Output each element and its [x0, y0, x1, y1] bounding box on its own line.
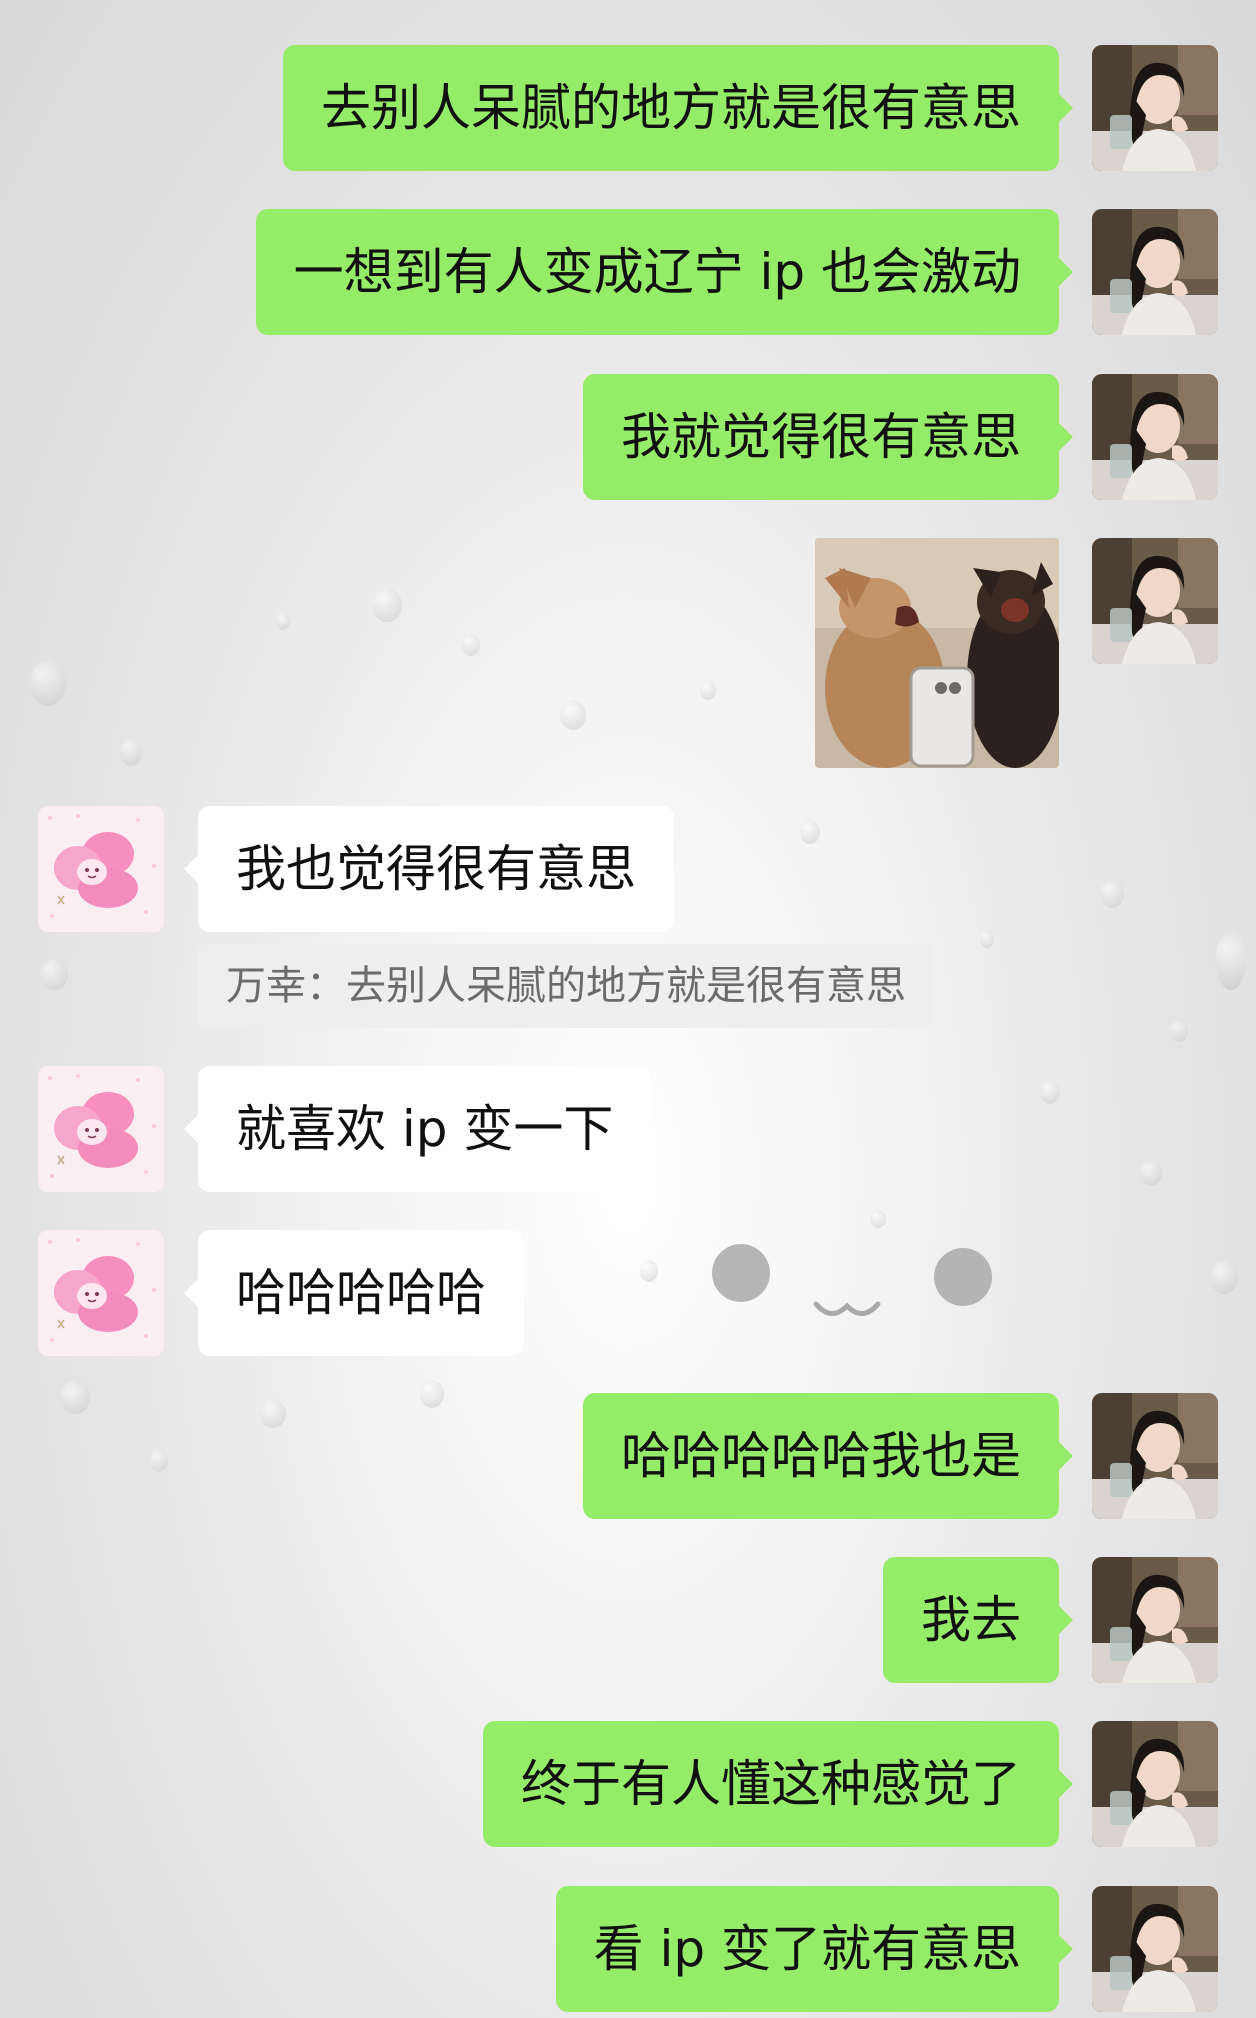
friend-avatar[interactable] — [38, 1066, 164, 1192]
message-bubble[interactable]: 看 ip 变了就有意思 — [555, 1886, 1074, 2012]
message-bubble[interactable]: 去别人呆腻的地方就是很有意思 — [283, 45, 1073, 171]
message-bubble[interactable]: 就喜欢 ip 变一下 — [183, 1066, 652, 1192]
my-avatar[interactable] — [1092, 45, 1218, 171]
my-avatar[interactable] — [1092, 1721, 1218, 1847]
background-face-mouth — [813, 1301, 881, 1316]
message-bubble[interactable]: 哈哈哈哈哈我也是 — [583, 1393, 1073, 1519]
my-avatar[interactable] — [1092, 374, 1218, 500]
background-face-eye-right — [934, 1248, 992, 1306]
friend-avatar[interactable] — [38, 1230, 164, 1356]
background-face-eye-left — [712, 1244, 770, 1302]
message-bubble[interactable]: 我也觉得很有意思 — [184, 806, 674, 932]
friend-avatar[interactable] — [38, 806, 164, 932]
my-avatar[interactable] — [1092, 538, 1218, 664]
my-avatar[interactable] — [1092, 1393, 1218, 1519]
my-avatar[interactable] — [1092, 1886, 1218, 2012]
message-bubble[interactable]: 一想到有人变成辽宁 ip 也会激动 — [255, 209, 1074, 335]
laughing-dogs-sticker[interactable] — [815, 538, 1059, 768]
message-bubble[interactable]: 终于有人懂这种感觉了 — [483, 1721, 1073, 1847]
message-bubble[interactable]: 哈哈哈哈哈 — [184, 1230, 524, 1356]
message-bubble[interactable]: 我去 — [883, 1557, 1073, 1683]
my-avatar[interactable] — [1092, 209, 1218, 335]
my-avatar[interactable] — [1092, 1557, 1218, 1683]
message-bubble[interactable]: 我就觉得很有意思 — [583, 374, 1073, 500]
quoted-message[interactable]: 万幸：去别人呆腻的地方就是很有意思 — [198, 944, 934, 1028]
